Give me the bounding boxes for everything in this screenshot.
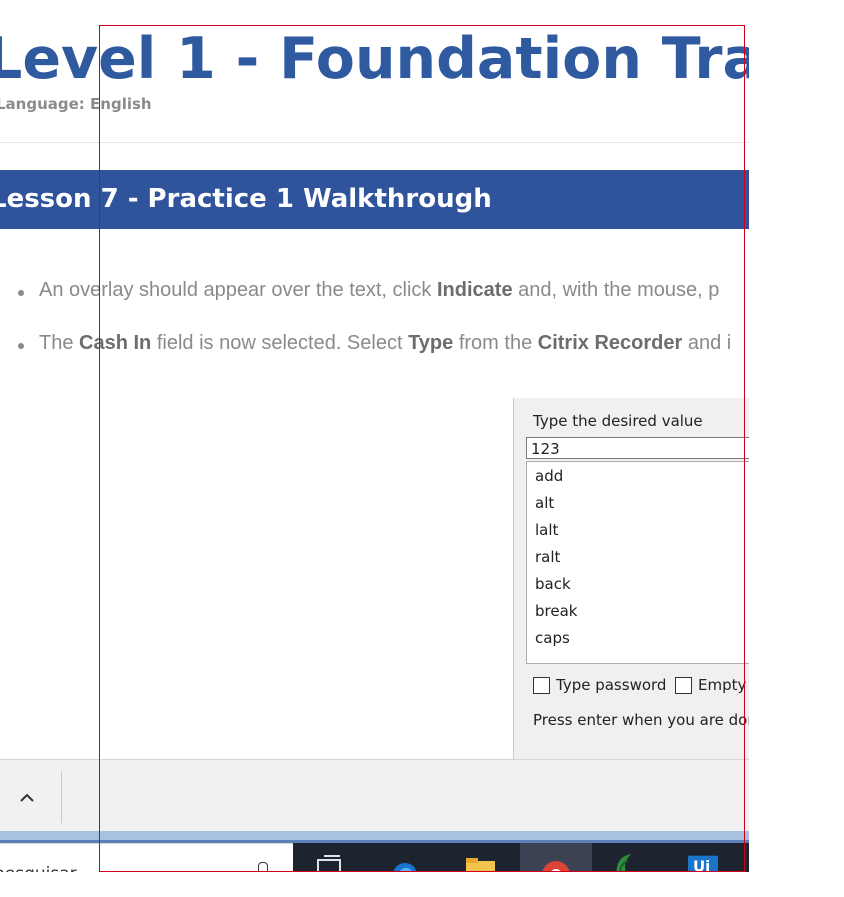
instruction-text: The Cash In field is now selected. Selec…	[39, 332, 732, 354]
list-item[interactable]: back	[535, 575, 571, 593]
empty-field-label: Empty f	[698, 676, 749, 694]
instruction-text: An overlay should appear over the text, …	[39, 279, 720, 301]
type-value-dialog-screenshot: Type the desired value 123 add alt lalt …	[513, 398, 749, 760]
list-item[interactable]: add	[535, 467, 563, 485]
download-bar-divider	[61, 771, 62, 823]
uipath-studio-icon[interactable]: Ui	[688, 854, 718, 872]
list-item[interactable]: lalt	[535, 521, 558, 539]
file-explorer-icon[interactable]	[465, 855, 495, 872]
bullet-dot	[18, 343, 24, 349]
search-input[interactable]: pesquisar	[0, 864, 77, 872]
lesson-title: Lesson 7 - Practice 1 Walkthrough	[0, 184, 492, 214]
special-keys-list[interactable]: add alt lalt ralt back break caps	[526, 461, 749, 664]
list-item[interactable]: ralt	[535, 548, 560, 566]
microphone-icon[interactable]	[258, 862, 268, 872]
header-divider	[0, 142, 749, 143]
browser-page: Level 1 - Foundation Training Language: …	[0, 0, 749, 872]
taskbar-search[interactable]: pesquisar	[0, 843, 293, 872]
list-item[interactable]: caps	[535, 629, 570, 647]
course-title: Level 1 - Foundation Training	[0, 26, 749, 92]
svg-text:Ui: Ui	[693, 858, 710, 873]
lesson-header-bar: Lesson 7 - Practice 1 Walkthrough	[0, 170, 749, 229]
type-password-label: Type password	[556, 676, 667, 694]
app-icon-green[interactable]	[608, 852, 638, 872]
dialog-prompt: Type the desired value	[533, 412, 703, 430]
list-item[interactable]: break	[535, 602, 577, 620]
list-item[interactable]: alt	[535, 494, 554, 512]
bullet-dot	[18, 290, 24, 296]
edge-browser-icon[interactable]	[389, 855, 419, 872]
empty-field-checkbox[interactable]	[675, 677, 692, 694]
language-label: Language: English	[0, 95, 152, 113]
window-edge	[0, 831, 749, 843]
task-view-icon[interactable]	[316, 855, 346, 872]
value-input[interactable]: 123	[526, 437, 749, 459]
chrome-icon[interactable]	[540, 855, 570, 872]
type-password-checkbox[interactable]	[533, 677, 550, 694]
download-bar	[0, 759, 749, 832]
chevron-up-icon[interactable]	[12, 782, 42, 810]
dialog-hint: Press enter when you are done	[533, 711, 749, 729]
